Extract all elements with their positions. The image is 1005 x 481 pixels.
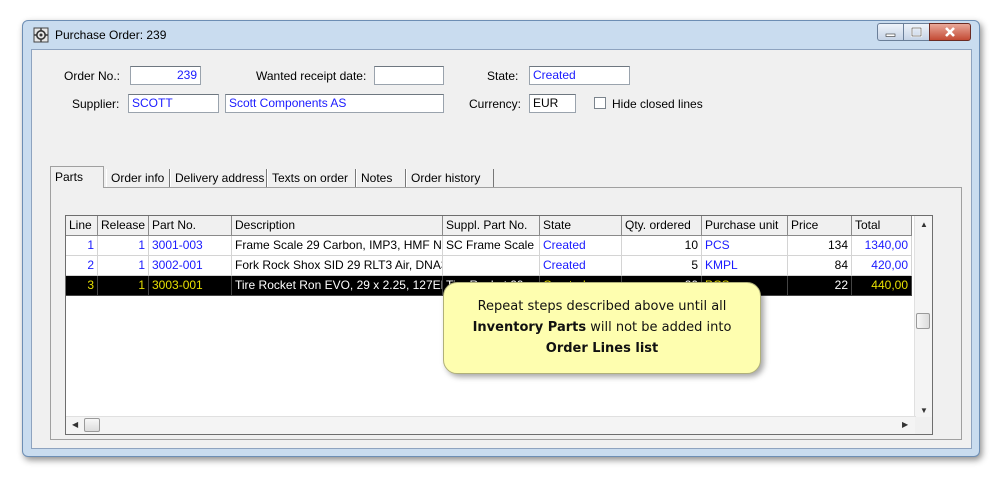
cell-qty-ordered: 10	[622, 236, 702, 256]
currency-label: Currency:	[469, 97, 522, 111]
column-header-suppl-part-no[interactable]: Suppl. Part No.	[443, 216, 540, 236]
hide-closed-lines-label[interactable]: Hide closed lines	[612, 97, 703, 111]
hide-closed-lines-checkbox[interactable]	[594, 97, 606, 109]
state-label: State:	[487, 69, 519, 83]
scroll-up-icon[interactable]: ▲	[920, 220, 928, 229]
scroll-left-icon[interactable]: ◀	[72, 420, 78, 429]
cell-line: 1	[66, 236, 98, 256]
cell-description: Fork Rock Shox SID 29 RLT3 Air, DNA3	[232, 256, 443, 276]
supplier-code-field[interactable]: SCOTT	[128, 94, 219, 113]
column-header-total[interactable]: Total	[852, 216, 912, 236]
column-header-release[interactable]: Release	[98, 216, 149, 236]
cell-description: Frame Scale 29 Carbon, IMP3, HMF NE	[232, 236, 443, 256]
cell-price: 84	[788, 256, 852, 276]
cell-line: 2	[66, 256, 98, 276]
cell-part-no: 3003-001	[149, 276, 232, 296]
minimize-button[interactable]	[877, 23, 903, 41]
maximize-button[interactable]	[903, 23, 929, 41]
column-header-line[interactable]: Line	[66, 216, 98, 236]
scroll-down-icon[interactable]: ▼	[920, 406, 928, 415]
horizontal-scrollbar[interactable]: ◀ ▶	[66, 416, 916, 434]
close-button[interactable]	[929, 23, 971, 41]
column-header-qty-ordered[interactable]: Qty. ordered	[622, 216, 702, 236]
cell-purchase-unit: PCS	[702, 236, 788, 256]
wanted-receipt-date-label: Wanted receipt date:	[256, 69, 367, 83]
vertical-scrollbar[interactable]: ▲ ▼	[914, 216, 932, 418]
cell-suppl-part-no	[443, 256, 540, 276]
cell-release: 1	[98, 276, 149, 296]
cell-part-no: 3001-003	[149, 236, 232, 256]
order-no-label: Order No.:	[64, 69, 121, 83]
close-icon	[945, 27, 955, 37]
minimize-icon	[885, 33, 896, 37]
cell-price: 22	[788, 276, 852, 296]
callout-line-2-rest: will not be added into	[586, 320, 732, 335]
window-title: Purchase Order: 239	[55, 28, 167, 42]
scroll-right-icon[interactable]: ▶	[902, 420, 908, 429]
callout-order-lines-list: Order Lines list	[545, 341, 659, 356]
tab-texts-on-order[interactable]: Texts on order	[267, 169, 356, 188]
cell-total: 1340,00	[852, 236, 912, 256]
cell-qty-ordered: 5	[622, 256, 702, 276]
supplier-label: Supplier:	[72, 97, 120, 111]
cell-state: Created	[540, 256, 622, 276]
tab-notes[interactable]: Notes	[356, 169, 406, 188]
maximize-icon	[910, 26, 923, 38]
cell-description: Tire Rocket Ron EVO, 29 x 2.25, 127EPI	[232, 276, 443, 296]
column-header-state[interactable]: State	[540, 216, 622, 236]
cell-state: Created	[540, 236, 622, 256]
callout-line-3: Order Lines list	[444, 338, 760, 359]
tab-order-info[interactable]: Order info	[106, 169, 170, 188]
purchase-order-window: Purchase Order: 239 Order No.: 239 Wante…	[22, 20, 980, 457]
column-header-price[interactable]: Price	[788, 216, 852, 236]
state-field[interactable]: Created	[529, 66, 630, 85]
cell-release: 1	[98, 236, 149, 256]
horizontal-scroll-thumb[interactable]	[84, 418, 100, 432]
tab-delivery-address[interactable]: Delivery address	[170, 169, 267, 188]
supplier-name-field[interactable]: Scott Components AS	[225, 94, 444, 113]
cell-part-no: 3002-001	[149, 256, 232, 276]
instruction-callout: Repeat steps described above until all I…	[443, 282, 761, 374]
cell-release: 1	[98, 256, 149, 276]
vertical-scroll-thumb[interactable]	[916, 313, 930, 329]
window-client-area: Order No.: 239 Wanted receipt date: Stat…	[31, 49, 972, 449]
order-no-field[interactable]: 239	[130, 66, 201, 85]
column-header-description[interactable]: Description	[232, 216, 443, 236]
column-header-purchase-unit[interactable]: Purchase unit	[702, 216, 788, 236]
cell-purchase-unit: KMPL	[702, 256, 788, 276]
callout-line-2: Inventory Parts will not be added into	[444, 317, 760, 338]
callout-line-1: Repeat steps described above until all	[477, 299, 727, 314]
cell-line: 3	[66, 276, 98, 296]
title-bar[interactable]: Purchase Order: 239	[23, 21, 979, 47]
currency-field[interactable]: EUR	[529, 94, 576, 113]
cell-total: 440,00	[852, 276, 912, 296]
cell-suppl-part-no: SC Frame Scale	[443, 236, 540, 256]
tab-parts[interactable]: Parts	[50, 166, 104, 188]
wanted-receipt-date-field[interactable]	[374, 66, 444, 85]
scrollbar-corner	[915, 417, 932, 434]
app-icon	[33, 27, 49, 43]
callout-inventory-parts: Inventory Parts	[472, 320, 587, 335]
cell-price: 134	[788, 236, 852, 256]
tab-order-history[interactable]: Order history	[406, 169, 494, 188]
cell-total: 420,00	[852, 256, 912, 276]
column-header-part-no[interactable]: Part No.	[149, 216, 232, 236]
